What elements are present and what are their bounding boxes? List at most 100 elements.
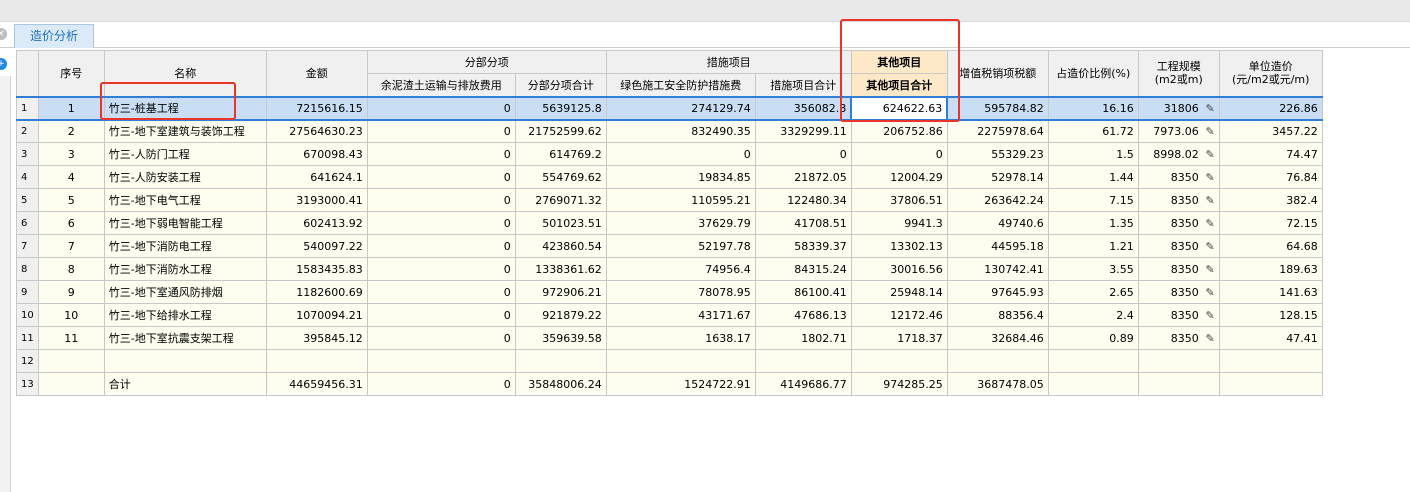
cell-sub2[interactable]: 1338361.62 <box>514 257 607 281</box>
cell-unit[interactable]: 64.68 <box>1218 234 1323 258</box>
pencil-icon[interactable]: ✎ <box>1203 332 1215 345</box>
cell-unit[interactable]: 72.15 <box>1218 211 1323 235</box>
table-row[interactable]: 4 4 竹三-人防安装工程 641624.1 0 554769.62 19834.85 218… <box>16 165 1323 189</box>
cell-sub1[interactable]: 0 <box>366 211 516 235</box>
table-row[interactable]: 2 2 竹三-地下室建筑与装饰工程 27564630.23 0 21752599.62 83… <box>16 119 1323 143</box>
pencil-icon[interactable]: ✎ <box>1203 309 1215 322</box>
header-sub-col2[interactable]: 分部分项合计 <box>514 73 607 97</box>
cell-sub2[interactable]: 614769.2 <box>514 142 607 166</box>
cell-m2[interactable]: 58339.37 <box>754 234 852 258</box>
header-measure-col2[interactable]: 措施项目合计 <box>754 73 852 97</box>
cell-sub2[interactable]: 21752599.62 <box>514 119 607 143</box>
cell-other[interactable]: 25948.14 <box>850 280 948 304</box>
cell-m1[interactable]: 0 <box>605 142 756 166</box>
pencil-icon[interactable]: ✎ <box>1203 240 1215 253</box>
cell-name[interactable]: 竹三-地下弱电智能工程 <box>103 211 267 235</box>
cell-unit[interactable]: 382.4 <box>1218 188 1323 212</box>
cell-amount[interactable]: 1583435.83 <box>265 257 368 281</box>
cell-amount[interactable]: 44659456.31 <box>265 372 368 396</box>
pencil-icon[interactable]: ✎ <box>1203 286 1215 299</box>
cell-seq[interactable]: 7 <box>37 234 105 258</box>
cell-sub2[interactable]: 972906.21 <box>514 280 607 304</box>
cell-sub2[interactable]: 2769071.32 <box>514 188 607 212</box>
cell-m2[interactable]: 1802.71 <box>754 326 852 350</box>
cell-m1[interactable]: 1524722.91 <box>605 372 756 396</box>
cell-ratio[interactable]: 1.21 <box>1047 234 1139 258</box>
cell-amount[interactable]: 7215616.15 <box>265 95 368 121</box>
cell-seq[interactable]: 1 <box>37 95 105 121</box>
info-circle-icon[interactable]: + <box>0 58 7 70</box>
cell-other[interactable]: 206752.86 <box>850 119 948 143</box>
cell-other[interactable]: 9941.3 <box>850 211 948 235</box>
cell-m1[interactable]: 78078.95 <box>605 280 756 304</box>
cell-seq[interactable]: 9 <box>37 280 105 304</box>
cell-m2[interactable]: 4149686.77 <box>754 372 852 396</box>
cell-amount[interactable]: 3193000.41 <box>265 188 368 212</box>
pencil-icon[interactable]: ✎ <box>1203 171 1215 184</box>
cell-scale[interactable] <box>1137 372 1220 396</box>
cell-other[interactable]: 37806.51 <box>850 188 948 212</box>
cell-name[interactable]: 竹三-桩基工程 <box>103 95 267 121</box>
cell-sub2[interactable]: 423860.54 <box>514 234 607 258</box>
cell-m1[interactable]: 274129.74 <box>605 95 756 121</box>
cell-tax[interactable]: 55329.23 <box>946 142 1049 166</box>
cell-tax[interactable]: 97645.93 <box>946 280 1049 304</box>
header-tax[interactable]: 增值税销项税额 <box>946 50 1049 97</box>
cell-scale[interactable]: 8350 ✎ <box>1137 165 1220 189</box>
cell-m1[interactable]: 832490.35 <box>605 119 756 143</box>
cell-amount[interactable]: 1182600.69 <box>265 280 368 304</box>
cell-amount[interactable]: 670098.43 <box>265 142 368 166</box>
cell-unit[interactable]: 226.86 <box>1218 95 1323 121</box>
cell-tax[interactable]: 130742.41 <box>946 257 1049 281</box>
cell-tax[interactable]: 32684.46 <box>946 326 1049 350</box>
cell-other[interactable]: 13302.13 <box>850 234 948 258</box>
table-row[interactable]: 11 11 竹三-地下室抗震支架工程 395845.12 0 359639.58 1638.… <box>16 326 1323 350</box>
cell-other[interactable]: 1718.37 <box>850 326 948 350</box>
cell-sub1[interactable]: 0 <box>366 280 516 304</box>
cell-unit[interactable]: 47.41 <box>1218 326 1323 350</box>
cell-name[interactable]: 竹三-地下室建筑与装饰工程 <box>103 119 267 143</box>
cell-name[interactable]: 竹三-地下室抗震支架工程 <box>103 326 267 350</box>
cell-sub2[interactable]: 359639.58 <box>514 326 607 350</box>
cell-tax[interactable] <box>946 349 1049 373</box>
cell-amount[interactable]: 641624.1 <box>265 165 368 189</box>
cell-unit[interactable] <box>1218 372 1323 396</box>
pencil-icon[interactable]: ✎ <box>1203 194 1215 207</box>
cell-tax[interactable]: 88356.4 <box>946 303 1049 327</box>
header-group-measure[interactable]: 措施项目 <box>605 50 852 74</box>
cell-name[interactable]: 竹三-地下室通风防排烟 <box>103 280 267 304</box>
header-scale[interactable]: 工程规模 (m2或m) <box>1137 50 1220 97</box>
cell-unit[interactable]: 76.84 <box>1218 165 1323 189</box>
cell-sub1[interactable]: 0 <box>366 119 516 143</box>
cell-other[interactable]: 12004.29 <box>850 165 948 189</box>
cell-sub1[interactable]: 0 <box>366 165 516 189</box>
cell-unit[interactable]: 74.47 <box>1218 142 1323 166</box>
cell-tax[interactable]: 595784.82 <box>946 95 1049 121</box>
cell-unit[interactable]: 189.63 <box>1218 257 1323 281</box>
cell-scale[interactable]: 8350 ✎ <box>1137 326 1220 350</box>
cell-m1[interactable] <box>605 349 756 373</box>
cell-sub2[interactable]: 554769.62 <box>514 165 607 189</box>
cell-name[interactable]: 竹三-地下给排水工程 <box>103 303 267 327</box>
cell-name[interactable]: 合计 <box>103 372 267 396</box>
cell-m1[interactable]: 74956.4 <box>605 257 756 281</box>
header-group-sub[interactable]: 分部分项 <box>366 50 607 74</box>
cell-tax[interactable]: 44595.18 <box>946 234 1049 258</box>
pencil-icon[interactable]: ✎ <box>1203 217 1215 230</box>
table-row[interactable]: 3 3 竹三-人防门工程 670098.43 0 614769.2 0 0 0 55329.23 1… <box>16 142 1323 166</box>
cell-unit[interactable] <box>1218 349 1323 373</box>
cell-ratio[interactable]: 1.35 <box>1047 211 1139 235</box>
cell-tax[interactable]: 49740.6 <box>946 211 1049 235</box>
cell-ratio[interactable]: 16.16 <box>1047 95 1139 121</box>
table-row[interactable]: 9 9 竹三-地下室通风防排烟 1182600.69 0 972906.21 78078.9… <box>16 280 1323 304</box>
cell-m2[interactable]: 3329299.11 <box>754 119 852 143</box>
pencil-icon[interactable]: ✎ <box>1203 125 1215 138</box>
cell-scale[interactable]: 31806 ✎ <box>1137 95 1220 121</box>
cell-name[interactable]: 竹三-地下消防水工程 <box>103 257 267 281</box>
cell-seq[interactable]: 4 <box>37 165 105 189</box>
cell-seq[interactable] <box>37 349 105 373</box>
cell-sub2[interactable]: 35848006.24 <box>514 372 607 396</box>
cell-m1[interactable]: 110595.21 <box>605 188 756 212</box>
cell-m2[interactable]: 356082.8 <box>754 95 852 121</box>
cell-tax[interactable]: 2275978.64 <box>946 119 1049 143</box>
